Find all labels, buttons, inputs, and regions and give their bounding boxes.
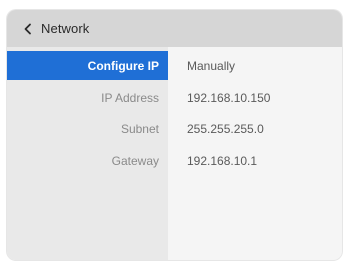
network-settings-panel: Network Configure IP IP Address Subnet G…: [7, 10, 342, 260]
setting-value-subnet[interactable]: 255.255.255.0: [168, 114, 342, 143]
header-bar: Network: [7, 10, 342, 47]
settings-label-column: Configure IP IP Address Subnet Gateway: [7, 47, 168, 260]
setting-label-ip-address[interactable]: IP Address: [7, 83, 168, 112]
setting-value-configure-ip[interactable]: Manually: [168, 51, 342, 80]
setting-label-subnet[interactable]: Subnet: [7, 114, 168, 143]
chevron-left-icon[interactable]: [21, 22, 35, 36]
page-title: Network: [41, 21, 90, 36]
setting-label-gateway[interactable]: Gateway: [7, 146, 168, 175]
setting-value-gateway[interactable]: 192.168.10.1: [168, 146, 342, 175]
setting-value-ip-address[interactable]: 192.168.10.150: [168, 83, 342, 112]
setting-label-configure-ip[interactable]: Configure IP: [7, 51, 168, 80]
settings-value-column: Manually 192.168.10.150 255.255.255.0 19…: [168, 47, 342, 260]
